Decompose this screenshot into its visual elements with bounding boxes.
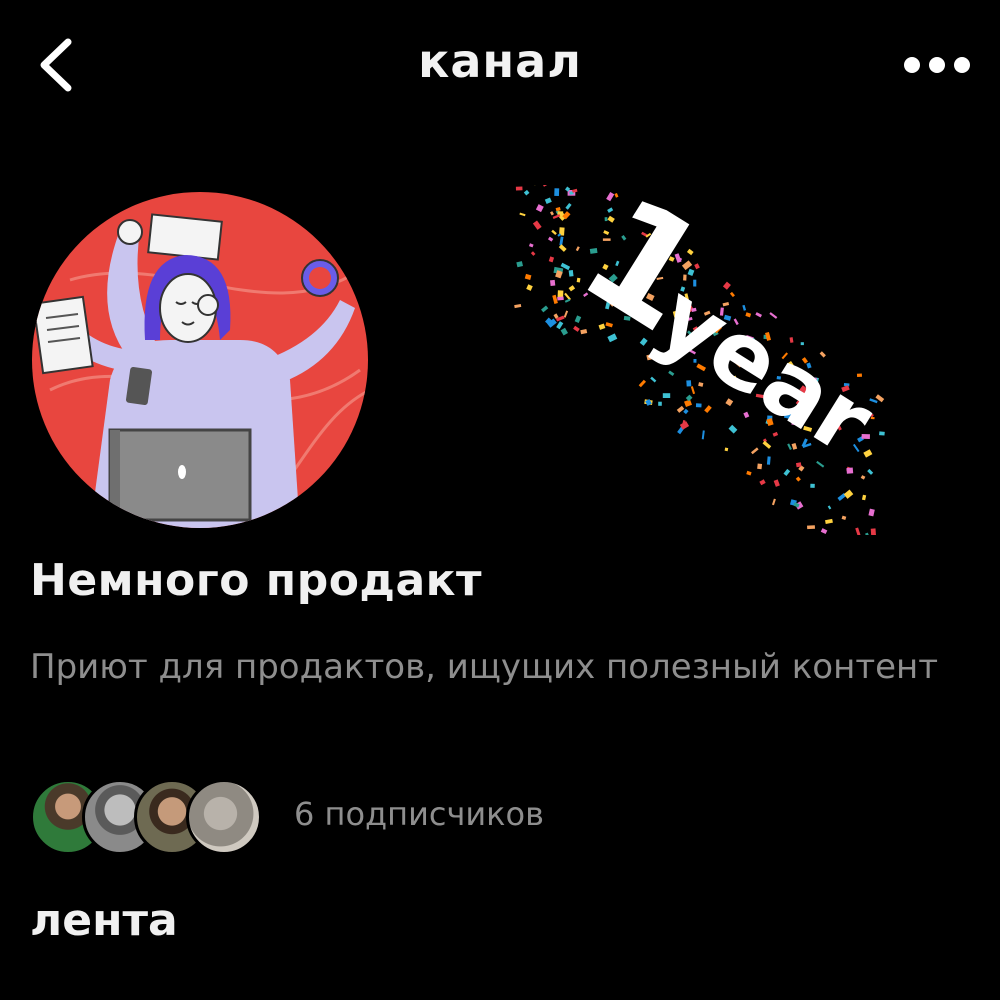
subscribers-count: 6 подписчиков xyxy=(294,795,544,833)
channel-avatar[interactable] xyxy=(30,190,370,530)
channel-description: Приют для продактов, ищущих полезный кон… xyxy=(30,647,939,687)
more-horizontal-icon xyxy=(904,57,970,73)
more-options-button[interactable] xyxy=(890,45,980,85)
channel-avatar-illustration xyxy=(32,192,368,528)
subscribers-row[interactable]: 6 подписчиков xyxy=(30,775,970,855)
top-bar: канал xyxy=(0,0,1000,130)
channel-name: Немного продакт xyxy=(30,555,483,606)
anniversary-badge: 1 year xyxy=(480,136,920,574)
page-title: канал xyxy=(418,34,582,88)
confetti-badge-graphic: 1 year xyxy=(514,136,891,574)
avatar xyxy=(186,779,262,855)
feed-heading: лента xyxy=(30,895,178,946)
